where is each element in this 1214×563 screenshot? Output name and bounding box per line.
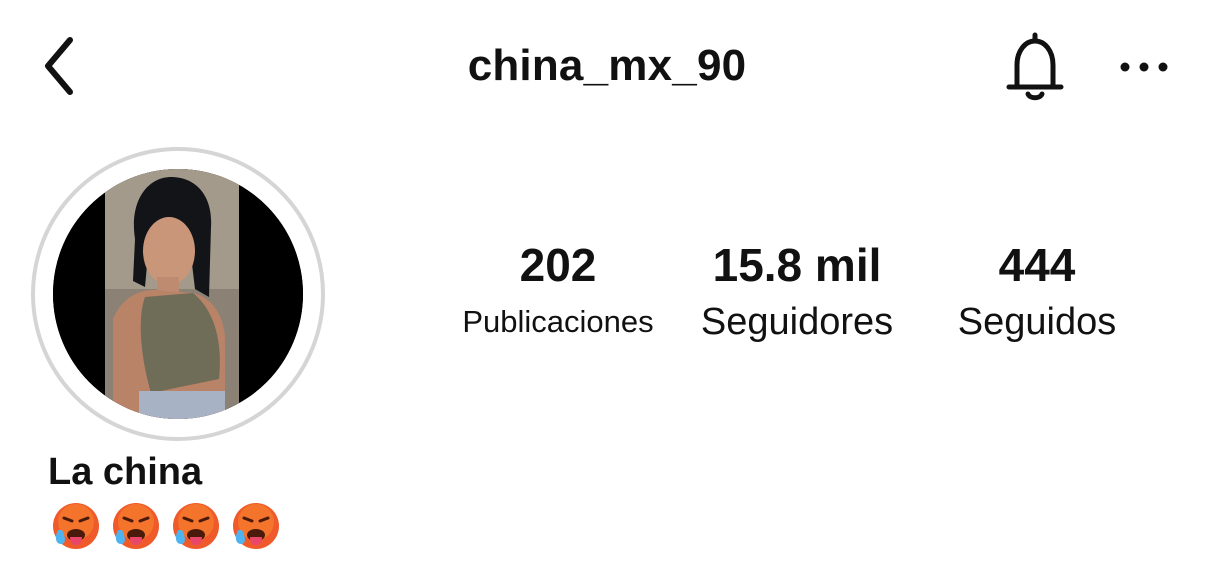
following-label: Seguidos: [957, 301, 1117, 343]
posts-label: Publicaciones: [462, 304, 654, 339]
notifications-button[interactable]: [998, 28, 1072, 106]
profile-header: china_mx_90: [0, 0, 1214, 135]
hot-face-emoji-icon: [50, 500, 102, 552]
avatar: [53, 169, 303, 419]
profile-display-name: La china: [48, 451, 203, 493]
more-options-button[interactable]: [1112, 44, 1176, 90]
bell-icon: [1006, 32, 1064, 101]
posts-value: 202: [519, 239, 597, 291]
following-value: 444: [998, 239, 1076, 291]
profile-avatar-ring[interactable]: [31, 147, 325, 441]
profile-bio: [50, 500, 282, 558]
hot-face-emoji-icon: [170, 500, 222, 552]
followers-value: 15.8 mil: [712, 239, 882, 291]
avatar-photo: [53, 169, 303, 419]
followers-count[interactable]: 15.8 mil Seguidores: [684, 236, 910, 346]
hot-face-emoji-icon: [230, 500, 282, 552]
hot-face-emoji-icon: [110, 500, 162, 552]
following-count[interactable]: 444 Seguidos: [940, 236, 1134, 346]
posts-count[interactable]: 202 Publicaciones: [448, 236, 668, 346]
more-horizontal-icon: [1120, 62, 1168, 72]
followers-label: Seguidores: [700, 301, 894, 343]
